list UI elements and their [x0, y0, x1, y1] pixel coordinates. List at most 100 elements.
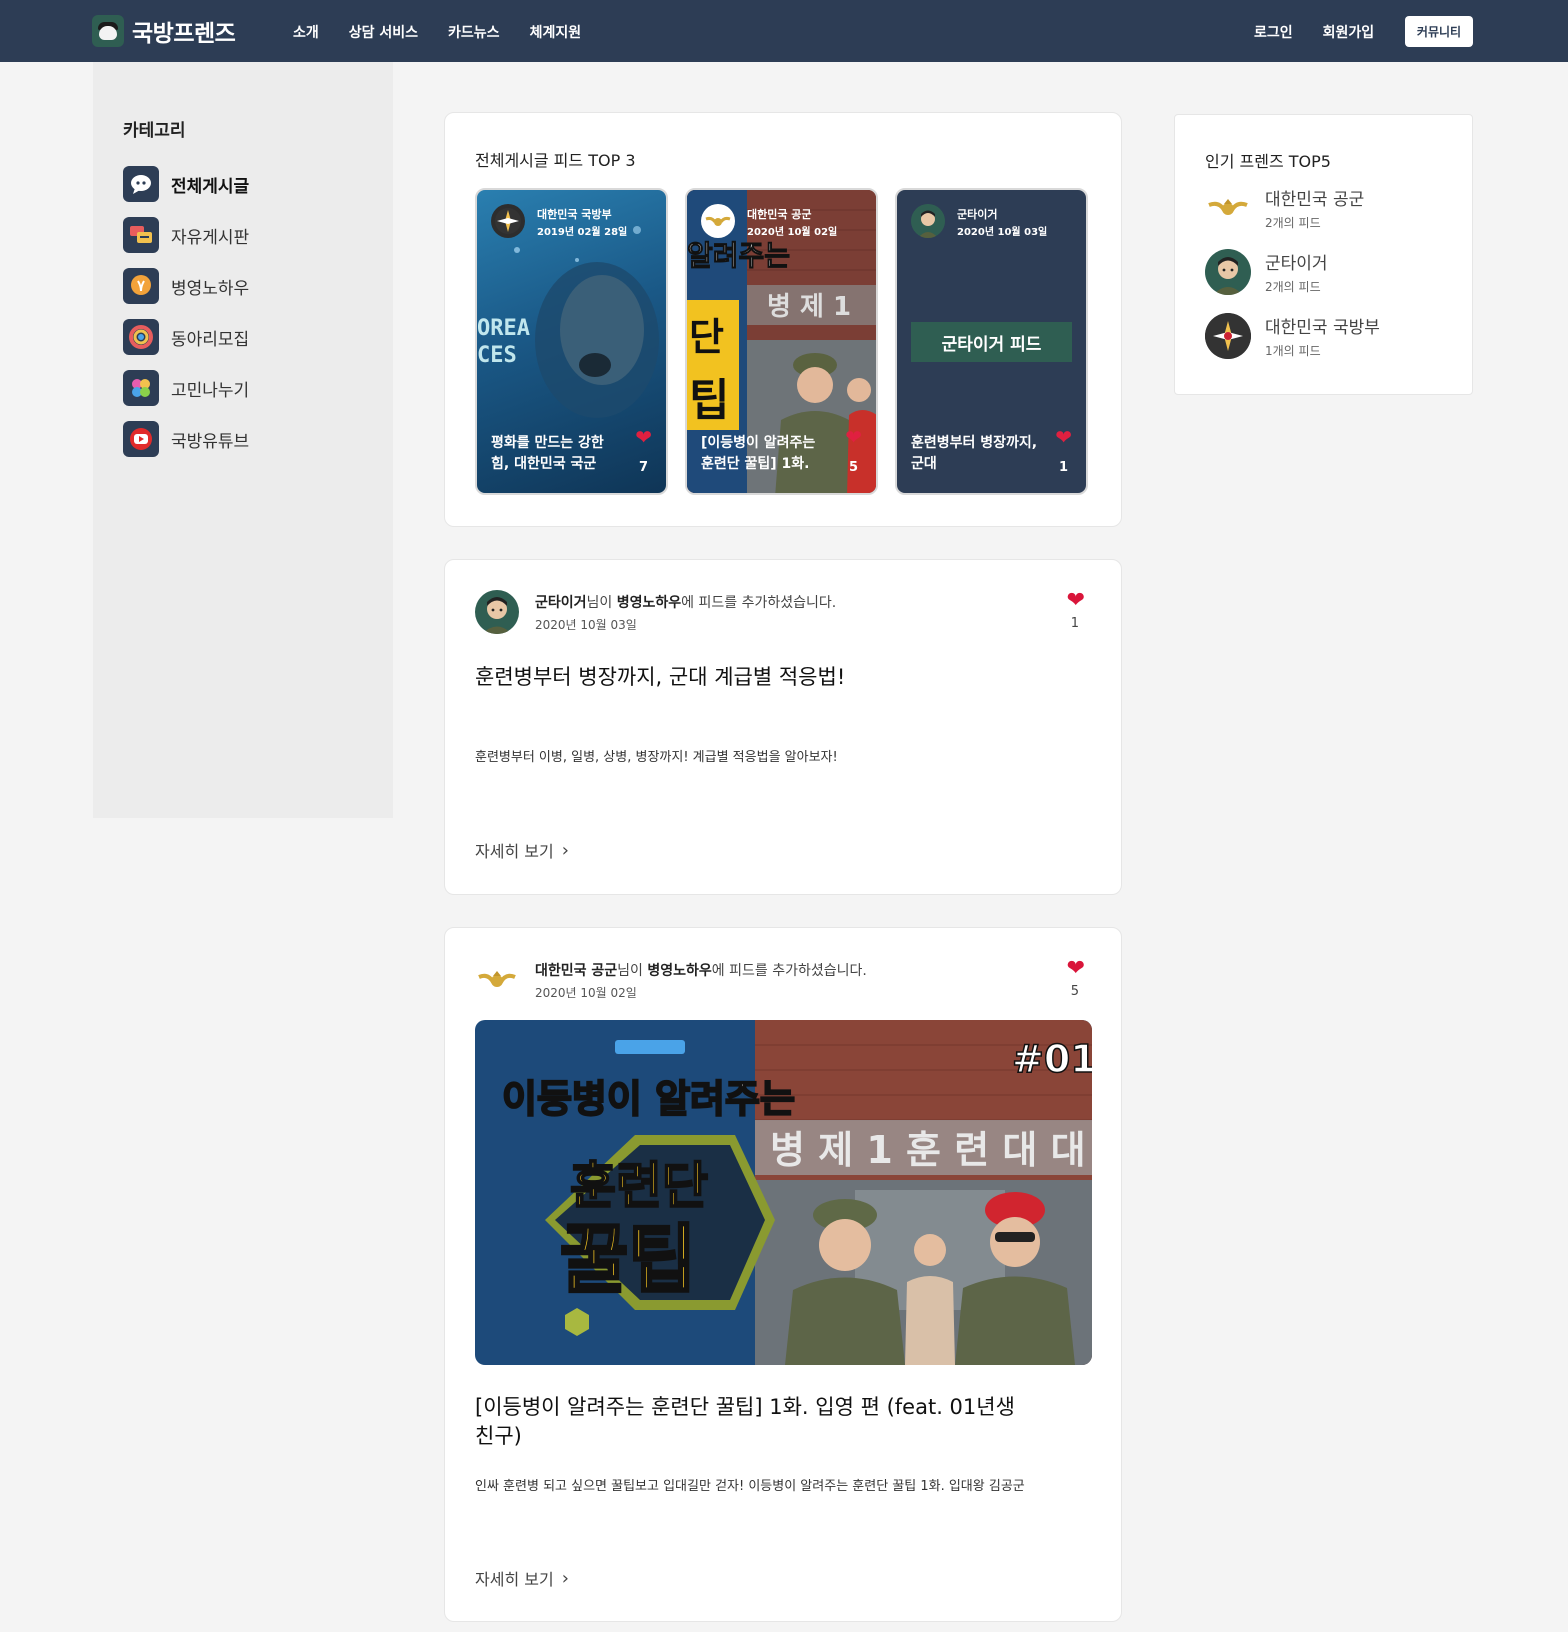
thumb-line1: 이등병이 알려주는 — [502, 1077, 795, 1121]
svg-text:OREA: OREA — [477, 316, 530, 341]
like-count: 5 — [848, 460, 858, 475]
login-link[interactable]: 로그인 — [1254, 22, 1293, 42]
nav-cardnews[interactable]: 카드뉴스 — [448, 22, 500, 42]
sidebar-item-youtube[interactable]: 국방유튜브 — [123, 421, 249, 457]
category-sidebar: 카테고리 전체게시글 자유게시판 병영노하우 동아리모집 고민나누기 국방유튜브 — [93, 62, 393, 818]
svg-text:CES: CES — [477, 343, 517, 368]
sidebar-item-knowhow[interactable]: 병영노하우 — [123, 268, 249, 304]
like-count: 1 — [1070, 616, 1079, 631]
thumb-badge: #01 — [1012, 1037, 1092, 1081]
tile-author: 군타이거 — [957, 208, 998, 221]
avatar — [701, 204, 735, 238]
community-button[interactable]: 커뮤니티 — [1405, 16, 1473, 47]
post-date: 2020년 10월 03일 — [535, 618, 637, 632]
nav-support[interactable]: 체계지원 — [530, 22, 582, 42]
nav-intro[interactable]: 소개 — [293, 22, 319, 42]
post-date: 2020년 10월 02일 — [535, 986, 637, 1000]
feed-post: 군타이거님이 병영노하우에 피드를 추가하셨습니다. 2020년 10월 03일… — [444, 559, 1122, 895]
sidebar-title: 카테고리 — [123, 121, 186, 141]
post-category[interactable]: 병영노하우 — [647, 963, 711, 979]
top3-title: 전체게시글 피드 TOP 3 — [475, 151, 636, 170]
post-body: 훈련병부터 이병, 일병, 상병, 병장까지! 계급별 적응법을 알아보자! — [475, 750, 838, 765]
friend-name: 대한민국 국방부 — [1265, 318, 1380, 338]
tile-title: 평화를 만드는 강한 힘, 대한민국 국군 — [491, 435, 604, 472]
sidebar-item-label: 동아리모집 — [171, 329, 250, 350]
logo[interactable]: 국방프렌즈 — [92, 14, 236, 48]
sidebar-item-label: 병영노하우 — [171, 278, 250, 299]
thumb-sign: 병 제 1 훈 련 대 대 — [770, 1128, 1086, 1172]
tile-date: 2020년 10월 03일 — [957, 227, 1048, 238]
main-nav: 소개 상담 서비스 카드뉴스 체계지원 — [293, 22, 581, 42]
post-header-text: 에 피드를 추가하셨습니다. — [681, 595, 837, 611]
post-header-text: 님이 — [586, 595, 617, 611]
feed-count: 1개의 피드 — [1265, 344, 1321, 358]
post-category[interactable]: 병영노하우 — [617, 595, 681, 611]
top-navbar: 국방프렌즈 소개 상담 서비스 카드뉴스 체계지원 로그인 회원가입 커뮤니티 — [0, 0, 1568, 62]
feed-post: 대한민국 공군님이 병영노하우에 피드를 추가하셨습니다. 2020년 10월 … — [444, 927, 1122, 1622]
like-count: 1 — [1058, 460, 1068, 475]
read-more-label: 자세히 보기 — [475, 842, 554, 861]
bulb-icon — [123, 268, 159, 304]
avatar — [1205, 249, 1251, 295]
author-feed-button[interactable]: 군타이거 피드 — [911, 322, 1072, 362]
feed-tile[interactable]: OREA CES 대한민국 국방부 2019년 02월 28일 평화를 만드는 … — [475, 188, 668, 495]
heart-icon[interactable]: ❤ — [1067, 588, 1085, 613]
sidebar-item-worries[interactable]: 고민나누기 — [123, 370, 249, 406]
tile-title: 훈련병부터 병장까지, 군대 — [911, 435, 1038, 472]
thumb-line3: 꿀팁 — [560, 1217, 696, 1303]
tile-date: 2020년 10월 02일 — [747, 227, 838, 238]
sidebar-item-label: 고민나누기 — [171, 380, 250, 401]
popular-item[interactable]: 대한민국 국방부 1개의 피드 — [1205, 313, 1380, 359]
sidebar-item-free-board[interactable]: 자유게시판 — [123, 217, 249, 253]
nav-counsel[interactable]: 상담 서비스 — [349, 22, 418, 42]
read-more-link[interactable]: 자세히 보기 › — [475, 1566, 569, 1590]
chevron-right-icon: › — [561, 839, 569, 861]
heart-icon[interactable]: ❤ — [845, 425, 862, 449]
sidebar-item-label: 국방유튜브 — [171, 431, 250, 452]
chevron-right-icon: › — [561, 1567, 569, 1589]
post-title[interactable]: 훈련병부터 병장까지, 군대 계급별 적응법! — [475, 663, 1035, 692]
popular-friends-card: 인기 프렌즈 TOP5 대한민국 공군 2개의 피드 군타이거 2개의 피드 대… — [1174, 114, 1473, 395]
like-count: 5 — [1070, 984, 1079, 999]
avatar — [911, 204, 945, 238]
feed-count: 2개의 피드 — [1265, 280, 1321, 294]
post-header-text: 에 피드를 추가하셨습니다. — [711, 963, 867, 979]
feed-tile[interactable]: 군타이거 2020년 10월 03일 군타이거 피드 훈련병부터 병장까지, 군… — [895, 188, 1088, 495]
chat-icon — [123, 166, 159, 202]
heart-icon[interactable]: ❤ — [1055, 425, 1072, 449]
svg-text:알려주는: 알려주는 — [687, 239, 790, 272]
air-force-emblem-icon[interactable] — [475, 958, 519, 1002]
sidebar-item-all-posts[interactable]: 전체게시글 — [123, 166, 249, 202]
sidebar-item-label: 전체게시글 — [171, 176, 250, 197]
sidebar-item-club[interactable]: 동아리모집 — [123, 319, 249, 355]
youtube-icon — [123, 421, 159, 457]
svg-text:팁: 팁 — [689, 375, 729, 426]
top3-feed-card: 전체게시글 피드 TOP 3 OREA CES 대한민국 국방부 2019년 0… — [444, 112, 1122, 527]
popular-item[interactable]: 군타이거 2개의 피드 — [1205, 249, 1328, 295]
avatar[interactable] — [475, 590, 519, 634]
read-more-link[interactable]: 자세히 보기 › — [475, 838, 569, 862]
avatar — [491, 204, 525, 238]
signup-link[interactable]: 회원가입 — [1323, 22, 1375, 42]
feed-tile[interactable]: 단 팁 알려주는 병 제 1 대한민국 공군 2020년 10월 02일 [이등… — [685, 188, 878, 495]
heart-icon[interactable]: ❤ — [1067, 956, 1085, 981]
read-more-label: 자세히 보기 — [475, 1570, 554, 1589]
air-force-emblem-icon — [1205, 185, 1251, 231]
mnd-emblem-icon — [1205, 313, 1251, 359]
popular-title: 인기 프렌즈 TOP5 — [1205, 152, 1331, 171]
post-author[interactable]: 대한민국 공군 — [535, 963, 617, 979]
feed-count: 2개의 피드 — [1265, 216, 1321, 230]
heart-icon[interactable]: ❤ — [635, 425, 652, 449]
like-count: 7 — [638, 460, 648, 475]
post-author[interactable]: 군타이거 — [535, 595, 587, 611]
ring-icon — [123, 319, 159, 355]
svg-text:단: 단 — [689, 315, 724, 359]
post-title[interactable]: [이등병이 알려주는 훈련단 꿀팁] 1화. 입영 편 (feat. 01년생 … — [475, 1393, 1035, 1451]
post-body: 인싸 훈련병 되고 싶으면 꿀팁보고 입대길만 걷자! 이등병이 알려주는 훈련… — [475, 1479, 1025, 1494]
post-thumbnail[interactable]: 병 제 1 훈 련 대 대 #01 이등병이 알려주는 훈련단 꿀팁 — [475, 1020, 1092, 1365]
sidebar-item-label: 자유게시판 — [171, 227, 250, 248]
board-icon — [123, 217, 159, 253]
popular-item[interactable]: 대한민국 공군 2개의 피드 — [1205, 185, 1364, 231]
tile-date: 2019년 02월 28일 — [537, 227, 628, 238]
thumb-line2: 훈련단 — [570, 1157, 708, 1215]
